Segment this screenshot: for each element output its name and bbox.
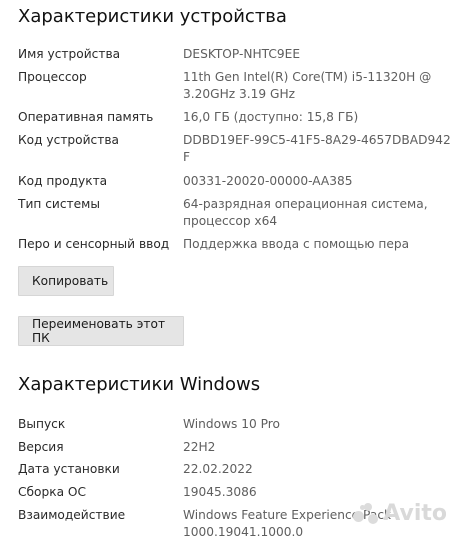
pen-touch-label: Перо и сенсорный ввод [18,237,170,251]
copy-button[interactable]: Копировать [18,266,114,296]
device-section-title: Характеристики устройства [18,6,287,27]
device-name-value: DESKTOP-NHTC9EE [183,47,301,61]
avito-watermark: Avito [353,501,447,526]
avito-watermark-text: Avito [383,501,447,526]
processor-label: Процессор [18,70,87,84]
product-id-label: Код продукта [18,174,108,188]
edition-value: Windows 10 Pro [183,417,280,431]
experience-label: Взаимодействие [18,508,126,522]
product-id-value: 00331-20020-00000-AA385 [183,174,353,188]
os-build-value: 19045.3086 [183,485,257,499]
ram-label: Оперативная память [18,110,154,124]
device-id-value: DDBD19EF-99C5-41F5-8A29-4657DBAD942 F [183,133,451,164]
install-date-label: Дата установки [18,462,120,476]
edition-label: Выпуск [18,417,66,431]
processor-value: 11th Gen Intel(R) Core(TM) i5-11320H @ 3… [183,70,432,101]
system-type-label: Тип системы [18,197,100,211]
device-name-label: Имя устройства [18,47,121,61]
avito-logo-icon [353,502,379,525]
install-date-value: 22.02.2022 [183,462,253,476]
system-type-value: 64-разрядная операционная система, проце… [183,197,428,228]
device-id-label: Код устройства [18,133,119,147]
windows-section-title: Характеристики Windows [18,374,261,395]
os-build-label: Сборка ОС [18,485,87,499]
pen-touch-value: Поддержка ввода с помощью пера [183,237,410,251]
ram-value: 16,0 ГБ (доступно: 15,8 ГБ) [183,110,359,124]
rename-pc-button[interactable]: Переименовать этот ПК [18,316,184,346]
version-value: 22H2 [183,440,216,454]
version-label: Версия [18,440,64,454]
